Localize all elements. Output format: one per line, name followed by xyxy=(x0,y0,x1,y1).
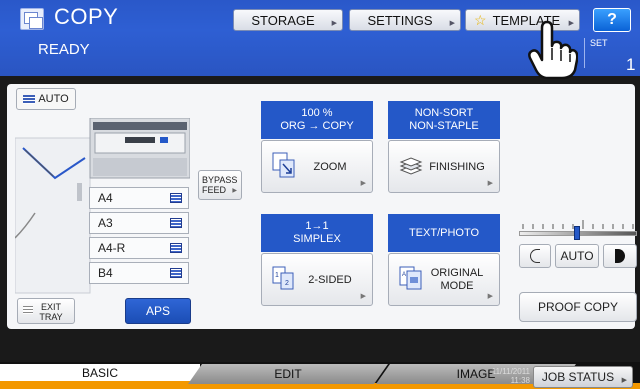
auto-label: AUTO xyxy=(38,93,69,105)
original-mode-label: ORIGINAL MODE xyxy=(429,267,485,293)
expand-arrow-icon: ▶ xyxy=(331,20,337,27)
tray-paper-level-icon xyxy=(170,193,182,203)
expand-arrow-icon: ▶ xyxy=(449,20,455,27)
hand-pointer-icon xyxy=(528,20,578,80)
storage-button[interactable]: STORAGE ▶ xyxy=(233,9,343,31)
sort-mode: NON-SORT xyxy=(414,107,474,119)
expand-arrow-icon: ▶ xyxy=(232,188,237,194)
density-auto-button[interactable]: AUTO xyxy=(555,244,599,268)
help-button[interactable]: ? xyxy=(593,8,631,32)
divider xyxy=(584,38,585,68)
date: 11/11/2011 xyxy=(491,367,530,376)
finishing-icon xyxy=(399,157,423,175)
tray-3[interactable]: A4-R xyxy=(89,237,189,259)
tray-size: A3 xyxy=(98,216,113,230)
storage-label: STORAGE xyxy=(251,12,315,28)
tray-paper-level-icon xyxy=(170,218,182,228)
zoom-icon xyxy=(272,152,295,178)
tray-size: A4 xyxy=(98,191,113,205)
svg-text:A: A xyxy=(402,272,406,278)
original-mode-status: TEXT/PHOTO xyxy=(388,214,500,252)
zoom-ratio: 100 % xyxy=(301,107,333,119)
expand-arrow-icon: ▶ xyxy=(487,180,493,187)
duplex-ratio: 1→1 xyxy=(305,220,329,232)
original-label: ORIGINAL xyxy=(430,266,484,279)
duplex-status: 1→1 SIMPLEX xyxy=(261,214,373,252)
duplex-mode: SIMPLEX xyxy=(293,233,341,245)
density-lighter-button[interactable] xyxy=(519,244,551,268)
status-text: READY xyxy=(38,41,90,58)
settings-label: SETTINGS xyxy=(367,12,433,28)
time: 11:38 xyxy=(510,376,530,385)
tray-2[interactable]: A3 xyxy=(89,212,189,234)
tray-paper-level-icon xyxy=(170,268,182,278)
zoom-status: 100 % ORG → COPY xyxy=(261,101,373,139)
copy-icon xyxy=(20,8,44,30)
zoom-mode: ORG → COPY xyxy=(280,120,354,132)
date-time: 11/11/2011 11:38 xyxy=(468,367,530,385)
two-sided-button[interactable]: 1 2 2-SIDED ▶ xyxy=(261,253,373,306)
tray-label: TRAY xyxy=(39,312,63,322)
expand-arrow-icon: ▶ xyxy=(360,293,366,300)
duplex-icon: 1 2 xyxy=(272,266,294,290)
star-icon: ☆ xyxy=(474,11,487,28)
exit-tray-icon xyxy=(23,306,33,314)
finishing-status: NON-SORT NON-STAPLE xyxy=(388,101,500,139)
svg-text:2: 2 xyxy=(285,280,289,287)
original-mode-icon: A xyxy=(399,266,422,290)
density-darker-button[interactable] xyxy=(603,244,637,268)
original-mode-button[interactable]: A ORIGINAL MODE ▶ xyxy=(388,253,500,306)
settings-button[interactable]: SETTINGS ▶ xyxy=(349,9,461,31)
exit-tray-button[interactable]: EXIT TRAY xyxy=(17,298,75,324)
set-count: 1 xyxy=(626,55,636,74)
two-sided-label: 2-SIDED xyxy=(308,273,352,286)
tab-basic[interactable]: BASIC xyxy=(0,364,200,384)
svg-text:1: 1 xyxy=(275,272,279,279)
set-label: SET xyxy=(590,38,608,48)
exit-label: EXIT xyxy=(40,302,61,312)
paper-icon xyxy=(23,94,36,104)
bypass-feed-button[interactable]: BYPASS FEED ▶ xyxy=(198,170,242,200)
tab-edit[interactable]: EDIT xyxy=(188,364,388,384)
tray-4[interactable]: B4 xyxy=(89,262,189,284)
expand-arrow-icon: ▶ xyxy=(360,180,366,187)
density-marker[interactable] xyxy=(574,226,580,240)
tray-paper-level-icon xyxy=(170,243,182,253)
tray-1[interactable]: A4 xyxy=(89,187,189,209)
mode-label: MODE xyxy=(440,279,474,292)
tray-size: B4 xyxy=(98,266,113,280)
finishing-button[interactable]: FINISHING ▶ xyxy=(388,140,500,193)
expand-arrow-icon: ▶ xyxy=(487,293,493,300)
dark-half-circle-icon xyxy=(615,249,625,263)
auto-paper-button[interactable]: AUTO xyxy=(16,88,76,110)
job-status-label: JOB STATUS xyxy=(541,370,615,384)
proof-copy-button[interactable]: PROOF COPY xyxy=(519,292,637,322)
light-half-circle-icon xyxy=(530,249,540,263)
zoom-button[interactable]: ZOOM ▶ xyxy=(261,140,373,193)
zoom-label: ZOOM xyxy=(313,160,347,173)
job-status-button[interactable]: JOB STATUS ▶ xyxy=(533,366,633,388)
finishing-label: FINISHING xyxy=(429,160,485,173)
aps-button[interactable]: APS xyxy=(125,298,191,324)
expand-arrow-icon: ▶ xyxy=(621,377,627,384)
app-title: COPY xyxy=(54,4,119,29)
staple-mode: NON-STAPLE xyxy=(409,120,479,132)
original-mode-value: TEXT/PHOTO xyxy=(408,226,480,239)
bypass-label: BYPASS xyxy=(202,175,238,185)
tray-size: A4-R xyxy=(98,241,126,255)
